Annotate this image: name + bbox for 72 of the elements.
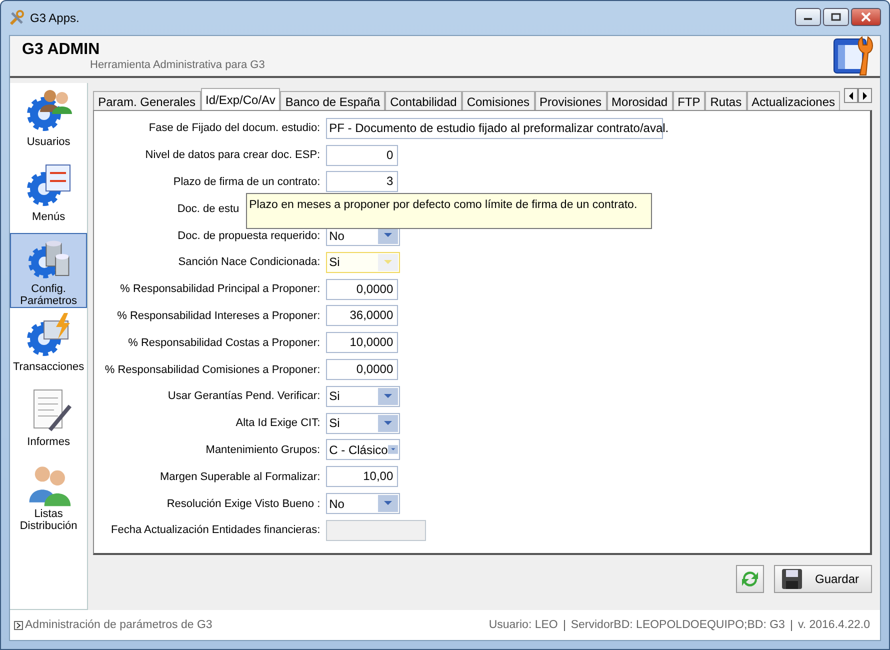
app-title: G3 ADMIN (22, 41, 101, 59)
dropdown[interactable]: No (326, 493, 400, 514)
number-field[interactable]: 3 (326, 171, 398, 192)
tab[interactable]: Banco de España (280, 91, 386, 110)
field-label: Nivel de datos para crear doc. ESP: (144, 149, 322, 162)
number-field[interactable]: 0 (326, 144, 398, 166)
sidebar-item[interactable]: Transacciones (10, 308, 88, 383)
status-text: ServidorBD: LEOPOLDOEQUIPO;BD: G3 (564, 620, 791, 630)
sidebar-label: Transacciones (13, 361, 84, 373)
field-label: Fecha Actualización Entidades financieras: (110, 524, 322, 536)
field-label: % Responsabilidad Intereses a Proponer: (116, 310, 322, 322)
field-label: Doc. de propuesta requerido: (176, 230, 322, 242)
tab[interactable]: Actualizaciones (746, 91, 840, 110)
number-field[interactable]: 10,0000 (326, 332, 398, 354)
field-label: Resolución Exige Visto Bueno : (166, 498, 322, 510)
field-label: Usar Gerantías Pend. Verificar: (166, 390, 322, 402)
field-label: Sanción Nace Condicionada: (177, 256, 322, 268)
tab[interactable]: Param. Generales (93, 91, 201, 110)
number-field[interactable]: 0,0000 (326, 278, 398, 300)
dropdown[interactable]: Si (326, 386, 400, 407)
expand-icon (14, 620, 23, 630)
tab[interactable]: Comisiones (462, 91, 535, 110)
scroll-left-button[interactable] (844, 88, 858, 103)
close-button[interactable] (851, 8, 881, 26)
number-field[interactable]: 10,00 (326, 466, 398, 488)
sidebar-item[interactable]: Menús (10, 158, 88, 233)
save-button[interactable]: Guardar (774, 565, 872, 593)
field-label: Doc. de estu (176, 202, 240, 215)
sidebar-item[interactable]: Config. Parámetros (10, 233, 88, 308)
sidebar-label: Menús (32, 211, 66, 223)
tab[interactable]: Morosidad (606, 91, 673, 110)
refresh-button[interactable] (736, 565, 764, 593)
field-label: Alta Id Exige CIT: (234, 417, 322, 430)
sidebar-label: Usuarios (26, 136, 70, 148)
tab[interactable]: Rutas (705, 91, 747, 110)
dropdown[interactable]: C - Clásico (326, 439, 400, 460)
dropdown[interactable]: Si (326, 412, 400, 434)
date-field[interactable] (326, 520, 426, 541)
window-title: G3 Apps. (30, 11, 80, 25)
sidebar-item[interactable]: Listas Distribución (10, 458, 88, 533)
number-field[interactable]: 0,0000 (326, 359, 398, 380)
sidebar-label: Informes (27, 436, 70, 448)
right-triangle-icon (862, 92, 868, 100)
field-label: % Responsabilidad Costas a Proponer: (127, 336, 322, 349)
status-message: Administración de parámetros de G3 (25, 619, 212, 631)
status-text: v. 2016.4.22.0 (790, 620, 876, 630)
minimize-button[interactable] (795, 8, 821, 26)
field-label: Fase de Fijado del docum. estudio: (148, 122, 322, 134)
maximize-icon (831, 13, 841, 21)
scroll-right-button[interactable] (858, 88, 872, 103)
field-label: % Responsabilidad Principal a Proponer: (119, 283, 322, 296)
sidebar-label: Listas Distribución (18, 508, 78, 532)
number-field[interactable]: 36,0000 (326, 305, 398, 326)
field-label: Margen Superable al Formalizar: (158, 470, 322, 483)
sidebar-item[interactable]: Usuarios (10, 83, 88, 158)
field-label: Mantenimiento Grupos: (204, 444, 322, 456)
left-triangle-icon (848, 92, 854, 100)
tab[interactable]: Provisiones (534, 91, 607, 110)
sidebar-label: Config. Parámetros (19, 283, 78, 307)
tab[interactable]: Id/Exp/Co/Av (200, 88, 280, 110)
field-label: % Responsabilidad Comisiones a Proponer: (104, 364, 322, 376)
field-label: Plazo de firma de un contrato: (172, 176, 322, 188)
tab[interactable]: FTP (672, 91, 706, 110)
tab[interactable]: Contabilidad (385, 91, 462, 110)
sidebar-item[interactable]: Informes (10, 383, 88, 458)
tools-icon (9, 10, 25, 26)
close-icon (860, 12, 872, 22)
dropdown[interactable]: Si (326, 252, 400, 273)
status-text: Usuario: LEO (488, 620, 559, 630)
maximize-button[interactable] (823, 8, 849, 26)
tooltip: Plazo en meses a proponer por defecto como límite de firma de un contrato. (246, 193, 652, 229)
app-subtitle: Herramienta Administrativa para G3 (90, 59, 265, 71)
